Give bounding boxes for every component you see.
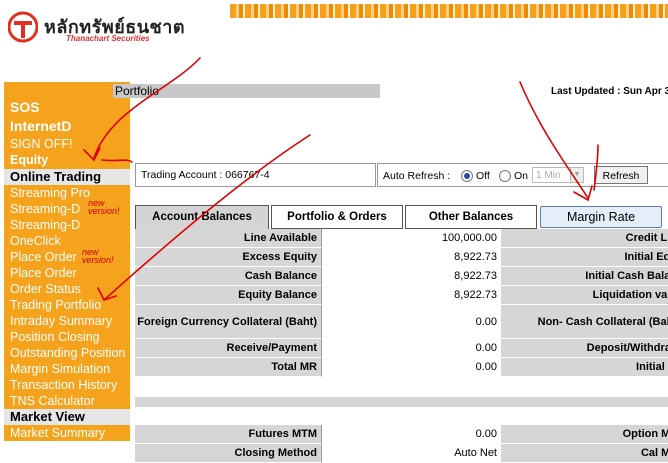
balance-value: 8,922.73 [321,267,501,286]
new-version-badge: new version! [88,198,120,216]
sidebar-item-outstanding-position[interactable]: Outstanding Position [10,346,125,360]
balance-right-label: Liquidation valu [501,286,668,305]
sidebar-item-transaction-history[interactable]: Transaction History [10,378,117,392]
futures-label: Closing Method [135,444,321,463]
table-row: Cash Balance 8,922.73 Initial Cash Balan [135,267,668,286]
balance-label: Foreign Currency Collateral (Baht) [135,305,321,339]
sidebar-item-streaming-d-new[interactable]: Streaming-D [10,202,80,216]
auto-refresh-panel: Auto Refresh : Off On 1 Min ▼ Refresh [377,163,668,187]
sidebar-item-streaming-d[interactable]: Streaming-D [10,218,80,232]
new-version-badge: new version! [82,247,114,265]
sidebar-item-tns-calculator[interactable]: TNS Calculator [10,394,95,408]
sidebar-item-intraday-summary[interactable]: Intraday Summary [10,314,112,328]
auto-refresh-on-radio[interactable] [499,170,511,182]
sidebar-item-oneclick[interactable]: OneClick [10,234,61,248]
sidebar-item-place-order[interactable]: Place Order [10,266,77,280]
futures-right-label: Cal MT [501,444,668,463]
header-decoration-stripe [230,4,668,18]
auto-refresh-off-radio[interactable] [461,170,473,182]
table-spacer [135,377,668,397]
section-online-trading: Online Trading [4,169,130,185]
sidebar-item-order-status[interactable]: Order Status [10,282,81,296]
sidebar-item-trading-portfolio[interactable]: Trading Portfolio [10,298,101,312]
section-market-view: Market View [4,409,130,425]
balance-right-label: Deposit/Withdrav [501,339,668,358]
table-row: Equity Balance 8,922.73 Liquidation valu [135,286,668,305]
balance-value: 0.00 [321,305,501,339]
arrow-margin-rate-head [573,185,593,202]
balance-right-label: Initial Cash Balan [501,267,668,286]
futures-value: Auto Net [321,444,501,463]
balance-value: 0.00 [321,339,501,358]
brand-name-english: Thanachart Securities [66,34,150,43]
table-row: Total MR 0.00 Initial M [135,358,668,377]
table-row: Line Available 100,000.00 Credit Lin [135,229,668,248]
balance-label: Cash Balance [135,267,321,286]
auto-refresh-on-label: On [514,170,529,182]
balance-label: Excess Equity [135,248,321,267]
futures-right-label: Option MT [501,425,668,444]
futures-label: Futures MTM [135,425,321,444]
trading-account-label: Trading Account : 066767-4 [135,163,376,187]
refresh-button[interactable]: Refresh [594,166,648,184]
table-spacer [135,407,668,425]
balance-value: 0.00 [321,358,501,377]
tab-account-balances[interactable]: Account Balances [135,205,269,229]
sidebar-item-margin-simulation[interactable]: Margin Simulation [10,362,110,376]
balance-value: 8,922.73 [321,286,501,305]
table-row: Foreign Currency Collateral (Baht) 0.00 … [135,305,668,339]
auto-refresh-label: Auto Refresh : [383,170,451,182]
sidebar: SOS InternetD SIGN OFF! Equity Online Tr… [4,82,130,441]
balance-label-text: Foreign Currency Collateral (Baht) [137,315,317,328]
balance-label: Receive/Payment [135,339,321,358]
balance-label: Total MR [135,358,321,377]
sign-off-link[interactable]: SIGN OFF! [10,137,73,151]
sidebar-item-position-closing[interactable]: Position Closing [10,330,100,344]
thanachart-logo-icon [8,11,38,43]
refresh-interval-value: 1 Min [536,170,561,181]
last-updated-text: Last Updated : Sun Apr 3 [551,86,668,97]
page-title: Portfolio [113,84,380,98]
balance-value: 8,922.73 [321,248,501,267]
auto-refresh-off-label: Off [476,170,490,182]
balance-label: Line Available [135,229,321,248]
balance-right-label: Credit Lin [501,229,668,248]
balance-label: Equity Balance [135,286,321,305]
sidebar-equity: Equity [10,153,49,167]
balance-value: 100,000.00 [321,229,501,248]
refresh-interval-select[interactable]: 1 Min ▼ [532,167,584,183]
balance-right-label: Non- Cash Collateral (Baht [501,305,668,339]
sidebar-internetd: InternetD [10,118,72,134]
balance-right-label: Initial M [501,358,668,377]
sidebar-sos: SOS [10,99,40,115]
tab-margin-rate[interactable]: Margin Rate [540,206,662,228]
futures-value: 0.00 [321,425,501,444]
balance-right-label: Initial Equ [501,248,668,267]
table-row: Closing Method Auto Net Cal MT [135,444,668,463]
tab-other-balances[interactable]: Other Balances [405,205,537,229]
chevron-down-icon: ▼ [570,168,583,182]
table-row: Receive/Payment 0.00 Deposit/Withdrav [135,339,668,358]
table-row: Excess Equity 8,922.73 Initial Equ [135,248,668,267]
sidebar-item-market-summary[interactable]: Market Summary [10,426,105,440]
tab-portfolio-orders[interactable]: Portfolio & Orders [271,205,403,229]
sidebar-item-place-order-new[interactable]: Place Order [10,250,77,264]
table-row: Futures MTM 0.00 Option MT [135,425,668,444]
sidebar-item-streaming-pro[interactable]: Streaming Pro [10,186,90,200]
